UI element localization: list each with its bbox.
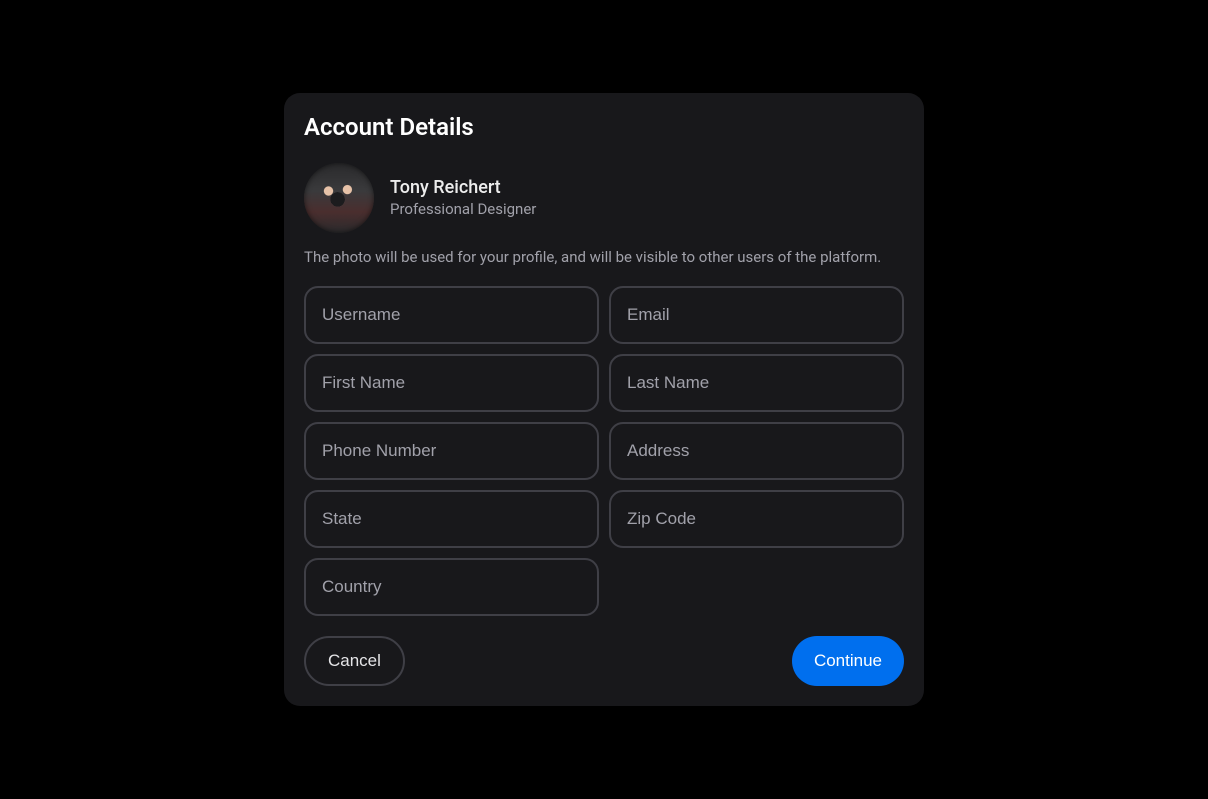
field-email	[609, 286, 904, 344]
page: Account Details Tony Reichert Profession…	[0, 0, 1208, 799]
helper-text: The photo will be used for your profile,…	[304, 247, 884, 269]
profile-name: Tony Reichert	[390, 176, 536, 199]
first-name-input[interactable]	[304, 354, 599, 412]
state-input[interactable]	[304, 490, 599, 548]
account-details-card: Account Details Tony Reichert Profession…	[284, 93, 924, 707]
email-input[interactable]	[609, 286, 904, 344]
actions-row: Cancel Continue	[304, 636, 904, 686]
form-grid	[304, 286, 904, 616]
username-input[interactable]	[304, 286, 599, 344]
zip-input[interactable]	[609, 490, 904, 548]
cancel-button[interactable]: Cancel	[304, 636, 405, 686]
field-first-name	[304, 354, 599, 412]
profile-text: Tony Reichert Professional Designer	[390, 176, 536, 219]
avatar[interactable]	[304, 163, 374, 233]
last-name-input[interactable]	[609, 354, 904, 412]
profile-row: Tony Reichert Professional Designer	[304, 163, 904, 233]
field-address	[609, 422, 904, 480]
card-title: Account Details	[304, 113, 904, 141]
field-zip	[609, 490, 904, 548]
continue-button[interactable]: Continue	[792, 636, 904, 686]
phone-input[interactable]	[304, 422, 599, 480]
field-phone	[304, 422, 599, 480]
field-state	[304, 490, 599, 548]
profile-role: Professional Designer	[390, 200, 536, 220]
field-username	[304, 286, 599, 344]
address-input[interactable]	[609, 422, 904, 480]
country-input[interactable]	[304, 558, 599, 616]
field-last-name	[609, 354, 904, 412]
field-country	[304, 558, 599, 616]
